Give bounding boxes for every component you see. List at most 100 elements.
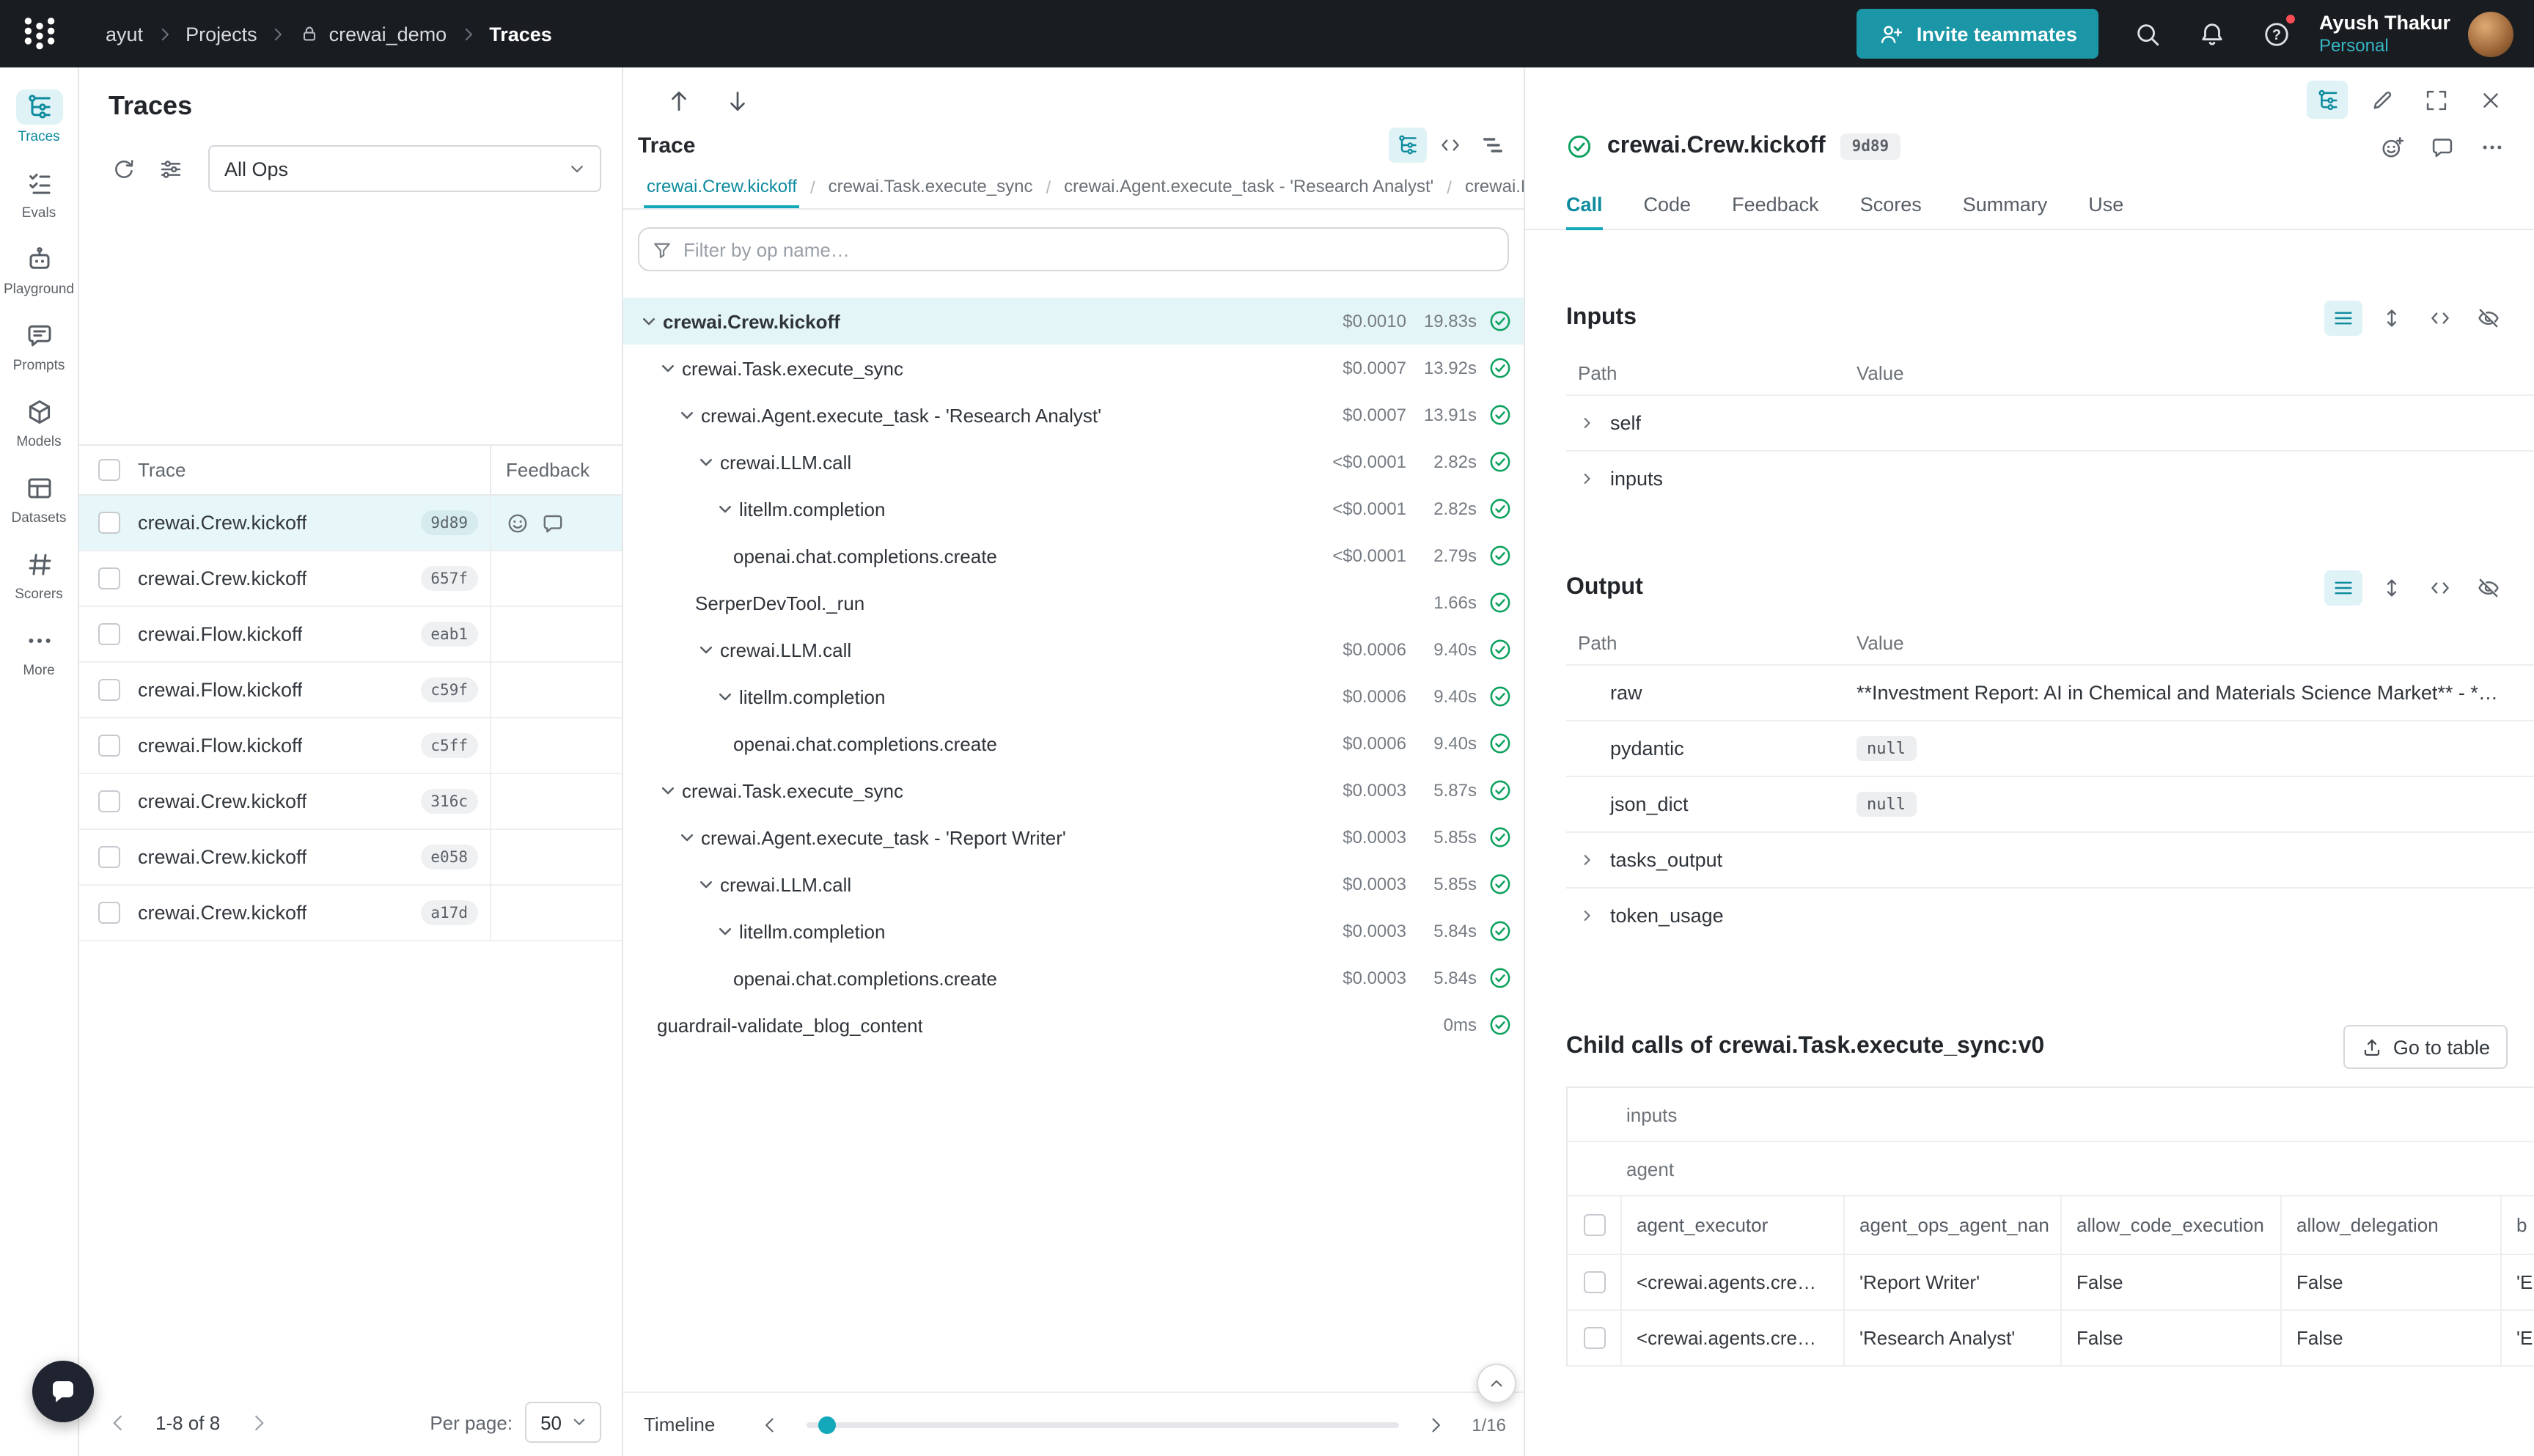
tab-summary[interactable]: Summary xyxy=(1963,180,2048,230)
feedback-comment-icon[interactable] xyxy=(541,511,565,534)
row-checkbox[interactable] xyxy=(98,679,120,701)
timeline-next-button[interactable] xyxy=(1419,1408,1451,1441)
table-row[interactable]: crewai.Flow.kickoffc59f xyxy=(79,663,622,718)
table-row[interactable]: crewai.Crew.kickoffa17d xyxy=(79,886,622,941)
help-button[interactable]: ? xyxy=(2252,9,2302,59)
trace-tree-row[interactable]: openai.chat.completions.create$0.00035.8… xyxy=(623,955,1524,1001)
table-row[interactable]: crewai.Flow.kickoffeab1 xyxy=(79,607,622,663)
wandb-logo-icon[interactable] xyxy=(21,15,59,53)
trace-tree-row[interactable]: crewai.Agent.execute_task - 'Research An… xyxy=(623,391,1524,438)
next-page-button[interactable] xyxy=(240,1405,276,1440)
trace-crumb-tab[interactable]: crewai.LLM.cal xyxy=(1462,166,1524,208)
chevron-right-icon[interactable] xyxy=(1578,850,1597,869)
table-row[interactable]: crewai.Crew.kickoff9d89 xyxy=(79,496,622,551)
hide-values-button[interactable] xyxy=(2469,301,2508,336)
timeline-slider-thumb[interactable] xyxy=(818,1416,836,1433)
kv-row[interactable]: pydanticnull xyxy=(1566,720,2534,776)
user-menu[interactable]: Ayush Thakur Personal xyxy=(2319,11,2450,56)
tab-call[interactable]: Call xyxy=(1566,180,1603,230)
trace-tree-row[interactable]: crewai.LLM.call<$0.00012.82s xyxy=(623,438,1524,485)
close-panel-button[interactable] xyxy=(2469,81,2511,119)
refresh-button[interactable] xyxy=(103,148,144,189)
kv-row[interactable]: inputs xyxy=(1566,450,2534,506)
sidebar-item-scorers[interactable]: Scorers xyxy=(0,537,78,613)
row-checkbox[interactable] xyxy=(1583,1271,1605,1293)
table-row[interactable]: crewai.Crew.kickoffe058 xyxy=(79,830,622,886)
trace-tree-row[interactable]: guardrail-validate_blog_content0ms xyxy=(623,1001,1524,1048)
code-view-button[interactable] xyxy=(2421,301,2459,336)
table-row[interactable]: crewai.Crew.kickoff316c xyxy=(79,774,622,830)
chevron-right-icon[interactable] xyxy=(1578,413,1597,433)
hide-values-button[interactable] xyxy=(2469,570,2508,606)
sidebar-item-evals[interactable]: Evals xyxy=(0,155,78,232)
expand-all-button[interactable] xyxy=(2373,570,2411,606)
table-row[interactable]: crewai.Flow.kickoffc5ff xyxy=(79,718,622,774)
breadcrumb-item-traces[interactable]: Traces xyxy=(480,17,561,51)
trace-crumb-tab[interactable]: crewai.Task.execute_sync xyxy=(826,166,1036,208)
trace-tree-row[interactable]: crewai.Task.execute_sync$0.000713.92s xyxy=(623,345,1524,391)
overflow-menu-button[interactable] xyxy=(2472,128,2511,166)
add-reaction-button[interactable] xyxy=(2373,128,2411,166)
filter-settings-button[interactable] xyxy=(150,148,191,189)
fullscreen-button[interactable] xyxy=(2415,81,2456,119)
previous-trace-button[interactable] xyxy=(658,81,699,122)
kv-row[interactable]: raw**Investment Report: AI in Chemical a… xyxy=(1566,664,2534,720)
tab-code[interactable]: Code xyxy=(1644,180,1692,230)
trace-tree-row[interactable]: SerperDevTool._run1.66s xyxy=(623,579,1524,626)
sidebar-item-prompts[interactable]: Prompts xyxy=(0,308,78,384)
go-to-table-button[interactable]: Go to table xyxy=(2343,1025,2508,1069)
row-checkbox[interactable] xyxy=(98,790,120,812)
breadcrumb-item-crewai_demo[interactable]: crewai_demo xyxy=(291,17,456,51)
row-checkbox[interactable] xyxy=(98,567,120,589)
sidebar-item-traces[interactable]: Traces xyxy=(0,79,78,155)
ops-filter-select[interactable]: All Ops xyxy=(208,145,601,192)
chevron-down-icon[interactable] xyxy=(714,498,736,520)
edit-button[interactable] xyxy=(2361,81,2402,119)
search-button[interactable] xyxy=(2123,9,2173,59)
chevron-right-icon[interactable] xyxy=(1578,469,1597,488)
table-row[interactable]: crewai.Crew.kickoff657f xyxy=(79,551,622,607)
flame-view-toggle[interactable] xyxy=(1474,128,1512,163)
expand-all-button[interactable] xyxy=(2373,301,2411,336)
tab-feedback[interactable]: Feedback xyxy=(1732,180,1819,230)
trace-tree-row[interactable]: litellm.completion$0.00035.84s xyxy=(623,908,1524,955)
sidebar-item-models[interactable]: Models xyxy=(0,384,78,460)
kv-row[interactable]: token_usage xyxy=(1566,887,2534,943)
trace-tree-row[interactable]: crewai.Crew.kickoff$0.001019.83s xyxy=(623,298,1524,345)
row-checkbox[interactable] xyxy=(98,846,120,868)
chevron-down-icon[interactable] xyxy=(676,826,698,848)
tab-use[interactable]: Use xyxy=(2088,180,2123,230)
trace-tree-row[interactable]: crewai.LLM.call$0.00035.85s xyxy=(623,861,1524,908)
chat-widget-button[interactable] xyxy=(32,1361,94,1422)
trace-tree-row[interactable]: crewai.Agent.execute_task - 'Report Writ… xyxy=(623,814,1524,861)
trace-tree-row[interactable]: openai.chat.completions.create$0.00069.4… xyxy=(623,720,1524,767)
timeline-slider[interactable] xyxy=(806,1422,1398,1427)
timeline-prev-button[interactable] xyxy=(753,1408,785,1441)
trace-tree-row[interactable]: crewai.Task.execute_sync$0.00035.87s xyxy=(623,767,1524,814)
comment-button[interactable] xyxy=(2423,128,2461,166)
chevron-down-icon[interactable] xyxy=(714,920,736,942)
chevron-down-icon[interactable] xyxy=(657,357,679,379)
trace-tree-row[interactable]: crewai.LLM.call$0.00069.40s xyxy=(623,626,1524,673)
invite-teammates-button[interactable]: Invite teammates xyxy=(1857,9,2099,59)
trace-tree-row[interactable]: litellm.completion<$0.00012.82s xyxy=(623,485,1524,532)
feedback-emoji-icon[interactable] xyxy=(506,511,529,534)
list-view-button[interactable] xyxy=(2324,301,2362,336)
sidebar-item-playground[interactable]: Playground xyxy=(0,232,78,308)
row-checkbox[interactable] xyxy=(98,512,120,534)
sidebar-item-datasets[interactable]: Datasets xyxy=(0,460,78,537)
notifications-button[interactable] xyxy=(2187,9,2237,59)
select-all-checkbox[interactable] xyxy=(1583,1214,1605,1236)
detail-tree-toggle[interactable] xyxy=(2307,81,2348,119)
code-view-toggle[interactable] xyxy=(1431,128,1469,163)
kv-row[interactable]: self xyxy=(1566,394,2534,450)
sidebar-item-more[interactable]: More xyxy=(0,613,78,689)
chevron-down-icon[interactable] xyxy=(695,639,717,661)
op-filter-input[interactable] xyxy=(639,229,1507,270)
chevron-down-icon[interactable] xyxy=(714,685,736,707)
chevron-down-icon[interactable] xyxy=(638,310,660,332)
scroll-to-top-button[interactable] xyxy=(1477,1364,1516,1403)
trace-tree-row[interactable]: litellm.completion$0.00069.40s xyxy=(623,673,1524,720)
row-checkbox[interactable] xyxy=(1583,1327,1605,1349)
call-id-badge[interactable]: 9d89 xyxy=(1840,133,1901,160)
